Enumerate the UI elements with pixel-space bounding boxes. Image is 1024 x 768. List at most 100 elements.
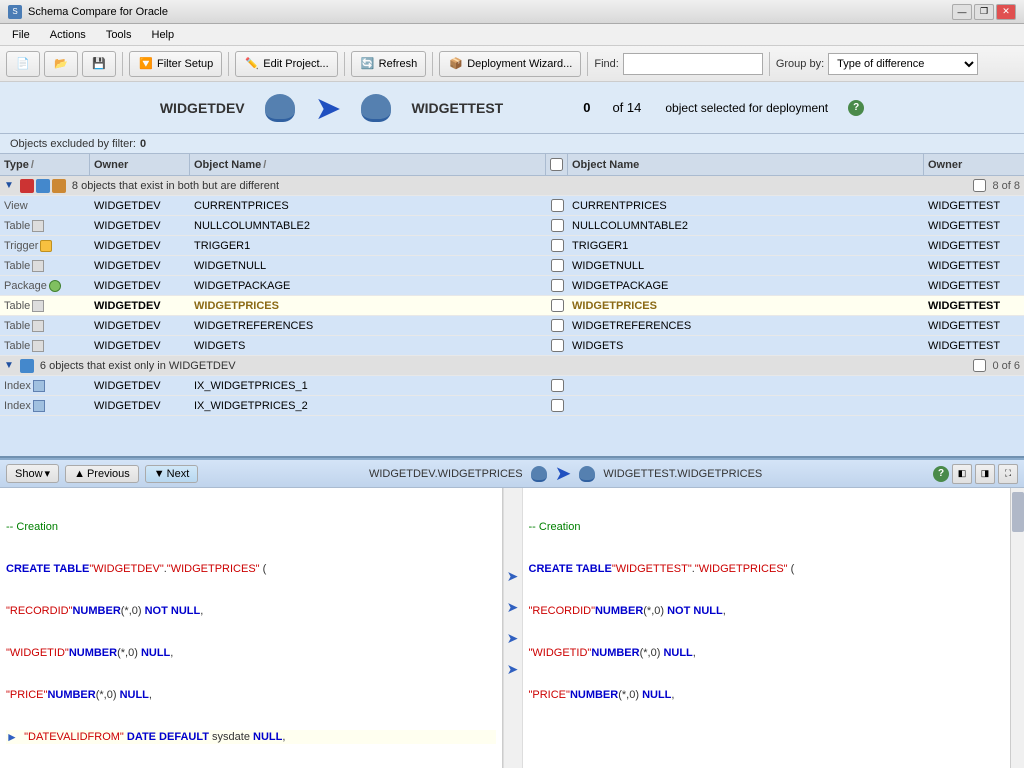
row-checkbox[interactable] <box>551 259 564 272</box>
row-object-left: IX_WIDGETPRICES_1 <box>190 379 546 393</box>
window-title: Schema Compare for Oracle <box>28 6 168 18</box>
next-button[interactable]: ▼ Next <box>145 465 199 483</box>
row-checkbox[interactable] <box>551 239 564 252</box>
separator-1 <box>122 52 123 76</box>
row-object-right: WIDGETPACKAGE <box>568 279 924 293</box>
row-type: Table <box>0 219 90 233</box>
edit-project-button[interactable]: ✏️ Edit Project... <box>235 51 337 77</box>
restore-button[interactable]: ❐ <box>974 4 994 20</box>
show-dropdown-button[interactable]: Show ▾ <box>6 464 59 483</box>
col-owner-right[interactable]: Owner <box>924 154 1024 175</box>
refresh-icon: 🔄 <box>360 56 376 72</box>
group-2-checkbox[interactable] <box>973 359 986 372</box>
row-checkbox[interactable] <box>551 279 564 292</box>
minimize-button[interactable]: — <box>952 4 972 20</box>
col-object-name-right[interactable]: Object Name <box>568 154 924 175</box>
deploy-icon: 📦 <box>448 56 464 72</box>
left-code-scroll[interactable]: -- Creation CREATE TABLE "WIDGETDEV"."WI… <box>0 488 502 768</box>
refresh-button[interactable]: 🔄 Refresh <box>351 51 427 77</box>
row-checkbox[interactable] <box>551 399 564 412</box>
col-object-name-left[interactable]: Object Name / <box>190 154 546 175</box>
code-line-highlighted: ► "DATEVALIDFROM" DATE DEFAULT sysdate N… <box>6 730 496 744</box>
select-all-checkbox[interactable] <box>550 158 563 171</box>
group-by-select[interactable]: Type of difference <box>828 53 978 75</box>
separator-5 <box>587 52 588 76</box>
table-row: Table WIDGETDEV NULLCOLUMNTABLE2 NULLCOL… <box>0 216 1024 236</box>
row-object-left: WIDGETREFERENCES <box>190 319 546 333</box>
right-code-scroll[interactable]: -- Creation CREATE TABLE "WIDGETTEST"."W… <box>523 488 1024 768</box>
diff-arrow-3: ➤ <box>507 630 519 647</box>
previous-button[interactable]: ▲ Previous <box>65 465 139 483</box>
row-object-right: WIDGETPRICES <box>568 299 924 313</box>
group-2-collapse-icon[interactable]: ▼ <box>4 360 14 371</box>
separator-4 <box>432 52 433 76</box>
menu-actions[interactable]: Actions <box>42 27 94 43</box>
row-object-right: NULLCOLUMNTABLE2 <box>568 219 924 233</box>
row-owner-left: WIDGETDEV <box>90 319 190 333</box>
row-checkbox[interactable] <box>551 199 564 212</box>
open-button[interactable]: 📂 <box>44 51 78 77</box>
group-1-checkbox[interactable] <box>973 179 986 192</box>
row-checkbox[interactable] <box>551 219 564 232</box>
group-label: Group by: <box>776 58 824 70</box>
row-object-right <box>568 385 924 387</box>
row-owner-left: WIDGETDEV <box>90 379 190 393</box>
sync-right-icon[interactable]: ◨ <box>975 464 995 484</box>
row-checkbox-cell <box>546 238 568 253</box>
row-object-left: NULLCOLUMNTABLE2 <box>190 219 546 233</box>
code-line: "WIDGETID" NUMBER(*,0) NULL, <box>6 646 496 660</box>
row-owner-right: WIDGETTEST <box>924 299 1024 313</box>
row-type: Table <box>0 259 90 273</box>
right-path-label: WIDGETTEST.WIDGETPRICES <box>603 468 762 480</box>
row-owner-left: WIDGETDEV <box>90 339 190 353</box>
title-bar: S Schema Compare for Oracle — ❐ ✕ <box>0 0 1024 24</box>
row-object-left: IX_WIDGETPRICES_2 <box>190 399 546 413</box>
left-code-panel: -- Creation CREATE TABLE "WIDGETDEV"."WI… <box>0 488 503 768</box>
new-button[interactable]: 📄 <box>6 51 40 77</box>
row-object-left: CURRENTPRICES <box>190 199 546 213</box>
filter-setup-button[interactable]: 🔽 Filter Setup <box>129 51 222 77</box>
row-object-right: WIDGETREFERENCES <box>568 319 924 333</box>
close-button[interactable]: ✕ <box>996 4 1016 20</box>
table-row-selected[interactable]: Table WIDGETDEV WIDGETPRICES WIDGETPRICE… <box>0 296 1024 316</box>
row-object-left: WIDGETNULL <box>190 259 546 273</box>
row-owner-left: WIDGETDEV <box>90 199 190 213</box>
code-line: CREATE TABLE "WIDGETDEV"."WIDGETPRICES" … <box>6 562 496 576</box>
left-code-content: -- Creation CREATE TABLE "WIDGETDEV"."WI… <box>0 488 502 768</box>
col-owner-left[interactable]: Owner <box>90 154 190 175</box>
menu-bar: File Actions Tools Help <box>0 24 1024 46</box>
filter-count: 0 <box>140 138 146 150</box>
left-db-icon <box>265 94 295 122</box>
table-row: Table WIDGETDEV WIDGETREFERENCES WIDGETR… <box>0 316 1024 336</box>
find-input[interactable] <box>623 53 763 75</box>
table-row: Table WIDGETDEV WIDGETNULL WIDGETNULL WI… <box>0 256 1024 276</box>
col-type[interactable]: Type / <box>0 154 90 175</box>
menu-file[interactable]: File <box>4 27 38 43</box>
chevron-down-icon <box>982 56 998 72</box>
row-checkbox[interactable] <box>551 319 564 332</box>
row-checkbox[interactable] <box>551 379 564 392</box>
group-1-count: 8 of 8 <box>992 180 1020 192</box>
diff-arrow-2: ➤ <box>507 599 519 616</box>
deployment-wizard-button[interactable]: 📦 Deployment Wizard... <box>439 51 581 77</box>
right-code-panel: -- Creation CREATE TABLE "WIDGETTEST"."W… <box>523 488 1024 768</box>
sync-left-icon[interactable]: ◧ <box>952 464 972 484</box>
diff-arrows: ➤ ➤ ➤ ➤ <box>503 488 523 768</box>
row-object-right: WIDGETS <box>568 339 924 353</box>
compare-help-icon[interactable]: ? <box>933 466 949 482</box>
code-line: "WIDGETID" NUMBER(*,0) NULL, <box>529 646 1003 660</box>
app-icon: S <box>8 5 22 19</box>
table-header-row: Type / Owner Object Name / Object Name <box>0 154 1024 176</box>
expand-icon[interactable]: ⛶ <box>998 464 1018 484</box>
menu-help[interactable]: Help <box>144 27 183 43</box>
row-checkbox[interactable] <box>551 299 564 312</box>
group-1-collapse-icon[interactable]: ▼ <box>4 180 14 191</box>
row-checkbox[interactable] <box>551 339 564 352</box>
code-line: "RECORDID" NUMBER(*,0) NOT NULL, <box>529 604 1003 618</box>
menu-tools[interactable]: Tools <box>98 27 140 43</box>
help-icon[interactable]: ? <box>848 100 864 116</box>
save-button[interactable]: 💾 <box>82 51 116 77</box>
compare-arrow-icon: ➤ <box>555 461 572 486</box>
diff-arrow-1: ➤ <box>507 568 519 585</box>
row-object-right: WIDGETNULL <box>568 259 924 273</box>
